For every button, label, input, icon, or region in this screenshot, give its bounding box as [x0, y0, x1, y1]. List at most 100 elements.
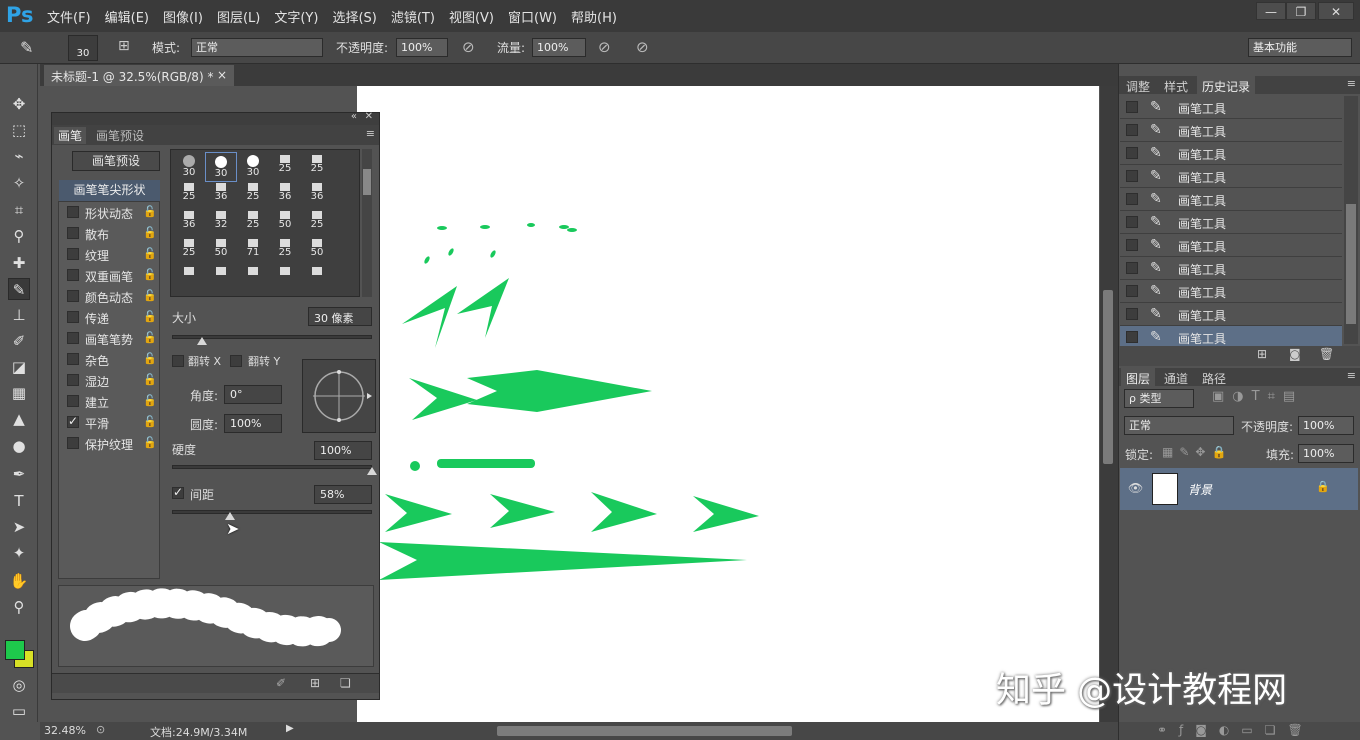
workspace-select[interactable]: 基本功能 — [1248, 38, 1352, 57]
visibility-eye-icon[interactable]: 👁 — [1128, 481, 1143, 495]
menu-layer[interactable]: 图层(L) — [210, 7, 267, 26]
brush-setting-item[interactable]: 散布 🔓 — [59, 223, 159, 244]
hardness-slider-knob[interactable] — [367, 467, 377, 475]
flip-y-checkbox[interactable] — [230, 355, 242, 367]
setting-lock-icon[interactable]: 🔓 — [143, 352, 157, 365]
setting-lock-icon[interactable]: 🔓 — [143, 226, 157, 239]
brush-setting-item[interactable]: 形状动态 🔓 — [59, 202, 159, 223]
brush-tip-thumbnail[interactable]: 25 — [237, 180, 269, 210]
brush-tip-thumbnail[interactable]: 36 — [301, 180, 333, 210]
magic-wand-tool-icon[interactable]: ✧ — [8, 172, 30, 194]
close-panel-icon[interactable]: ✕ — [365, 111, 373, 122]
spacing-checkbox[interactable]: ✓ — [172, 486, 184, 499]
menu-view[interactable]: 视图(V) — [442, 7, 501, 26]
brush-setting-checkbox[interactable] — [67, 414, 79, 428]
setting-lock-icon[interactable]: 🔓 — [143, 415, 157, 428]
tip-grid-scrollbar[interactable] — [362, 149, 372, 297]
brush-panel-header[interactable]: « ✕ — [52, 111, 379, 125]
path-select-tool-icon[interactable]: ➤ — [8, 516, 30, 538]
layer-action-icons[interactable]: ⚭ƒ◙◐▭❏🗑 — [1157, 723, 1315, 737]
brush-setting-item[interactable]: 保护纹理 🔓 — [59, 433, 159, 454]
panel-menu-icon[interactable]: ≡ — [366, 127, 375, 140]
brush-tip-shape-item[interactable]: 画笔笔尖形状 — [59, 180, 160, 201]
tip-grid-scroll-thumb[interactable] — [363, 169, 371, 195]
brush-setting-item[interactable]: 建立 🔓 — [59, 391, 159, 412]
type-tool-icon[interactable]: T — [8, 490, 30, 512]
zoom-level[interactable]: 32.48% — [44, 724, 86, 737]
menu-help[interactable]: 帮助(H) — [564, 7, 624, 26]
setting-lock-icon[interactable]: 🔓 — [143, 373, 157, 386]
spacing-slider[interactable] — [172, 510, 372, 514]
history-snapshot-checkbox[interactable] — [1126, 239, 1138, 251]
hardness-slider[interactable] — [172, 465, 372, 469]
history-state[interactable]: ✎ 画笔工具 — [1120, 234, 1342, 257]
setting-lock-icon[interactable]: 🔓 — [143, 436, 157, 449]
brush-tip-thumbnail[interactable] — [205, 264, 237, 294]
history-state[interactable]: ✎ 画笔工具 — [1120, 303, 1342, 326]
gradient-tool-icon[interactable]: ▦ — [8, 382, 30, 404]
size-slider-knob[interactable] — [197, 337, 207, 345]
brush-tip-thumbnail[interactable]: 25 — [173, 180, 205, 210]
roundness-input[interactable]: 100% — [224, 414, 282, 433]
history-snapshot-checkbox[interactable] — [1126, 147, 1138, 159]
brush-setting-checkbox[interactable] — [67, 290, 79, 302]
setting-lock-icon[interactable]: 🔓 — [143, 331, 157, 344]
brush-setting-checkbox[interactable] — [67, 437, 79, 449]
marquee-tool-icon[interactable]: ⬚ — [8, 119, 30, 141]
menu-file[interactable]: 文件(F) — [40, 7, 98, 26]
tab-brush-presets[interactable]: 画笔预设 — [92, 127, 148, 144]
crop-tool-icon[interactable]: ⌗ — [8, 199, 30, 221]
setting-lock-icon[interactable]: 🔓 — [143, 268, 157, 281]
brush-tip-thumbnail[interactable]: 30 — [205, 152, 237, 182]
opacity-input[interactable]: 100% — [396, 38, 448, 57]
tab-history[interactable]: 历史记录 — [1197, 76, 1256, 97]
tab-brush[interactable]: 画笔 — [54, 127, 87, 144]
setting-lock-icon[interactable]: 🔓 — [143, 247, 157, 260]
size-input[interactable]: 30 像素 — [308, 307, 372, 326]
menu-type[interactable]: 文字(Y) — [267, 7, 325, 26]
brush-setting-checkbox[interactable] — [67, 206, 79, 218]
brush-setting-checkbox[interactable] — [67, 311, 79, 323]
brush-setting-checkbox[interactable] — [67, 269, 79, 281]
flow-input[interactable]: 100% — [532, 38, 586, 57]
brush-setting-item[interactable]: 传递 🔓 — [59, 307, 159, 328]
brush-setting-item[interactable]: 纹理 🔓 — [59, 244, 159, 265]
brush-tip-thumbnail[interactable]: 71 — [237, 236, 269, 266]
setting-lock-icon[interactable]: 🔓 — [143, 310, 157, 323]
brush-tip-thumbnail[interactable]: 36 — [269, 180, 301, 210]
menu-select[interactable]: 选择(S) — [325, 7, 383, 26]
move-tool-icon[interactable]: ✥ — [8, 93, 30, 115]
screen-mode-icon[interactable]: ▭ — [8, 700, 30, 722]
restore-button[interactable]: ❐ — [1286, 2, 1316, 20]
angle-roundness-preview[interactable] — [302, 359, 376, 433]
brush-panel-toggle-icon[interactable]: ⊞ — [118, 38, 130, 54]
brush-tip-thumbnail[interactable]: 32 — [205, 208, 237, 238]
shape-tool-icon[interactable]: ✦ — [8, 542, 30, 564]
brush-setting-item[interactable]: 湿边 🔓 — [59, 370, 159, 391]
dodge-tool-icon[interactable]: ● — [8, 435, 30, 457]
brush-tip-thumbnail[interactable]: 30 — [173, 152, 205, 182]
hand-tool-icon[interactable]: ✋ — [8, 570, 30, 592]
pen-tool-icon[interactable]: ✒ — [8, 463, 30, 485]
quick-mask-icon[interactable]: ◎ — [8, 674, 30, 696]
brush-presets-button[interactable]: 画笔预设 — [72, 151, 160, 171]
healing-tool-icon[interactable]: ✚ — [8, 252, 30, 274]
horizontal-scroll-thumb[interactable] — [497, 726, 792, 736]
brush-tip-thumbnail[interactable]: 50 — [301, 236, 333, 266]
history-state[interactable]: ✎ 画笔工具 — [1120, 96, 1342, 119]
brush-tip-thumbnail[interactable] — [173, 264, 205, 294]
tab-channels[interactable]: 通道 — [1159, 368, 1193, 389]
document-canvas[interactable] — [357, 86, 1099, 722]
history-snapshot-checkbox[interactable] — [1126, 331, 1138, 343]
brush-tip-thumbnail[interactable] — [237, 264, 269, 294]
layer-filter-select[interactable]: ρ 类型 — [1124, 389, 1194, 408]
delete-state-icon[interactable]: 🗑 — [1319, 347, 1334, 361]
airbrush-icon[interactable]: ⊘ — [598, 38, 611, 56]
collapse-panel-icon[interactable]: « — [351, 111, 357, 122]
brush-tip-thumbnail[interactable]: 50 — [269, 208, 301, 238]
brush-size-picker[interactable]: 30 — [68, 35, 98, 61]
history-snapshot-checkbox[interactable] — [1126, 308, 1138, 320]
history-state[interactable]: ✎ 画笔工具 — [1120, 188, 1342, 211]
fill-input[interactable]: 100% — [1298, 444, 1354, 463]
tab-adjustments[interactable]: 调整 — [1121, 76, 1155, 97]
